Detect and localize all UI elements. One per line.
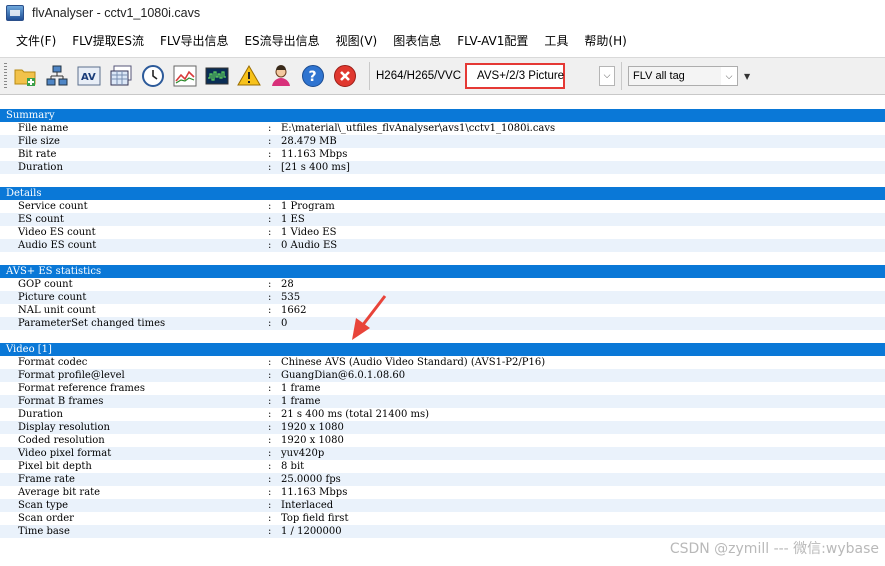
- table-row: Display resolution:1920 x 1080: [0, 421, 885, 434]
- table-row: Scan type: Interlaced: [0, 499, 885, 512]
- table-row: ParameterSet changed times:0: [0, 317, 885, 330]
- close-icon[interactable]: [331, 62, 359, 90]
- menu-es-export-info[interactable]: ES流导出信息: [236, 26, 327, 56]
- menu-tools[interactable]: 工具: [536, 26, 576, 56]
- toolbar-separator-2: [621, 62, 623, 90]
- menu-bar: 文件(F) FLV提取ES流 FLV导出信息 ES流导出信息 视图(V) 图表信…: [0, 26, 885, 56]
- table-row: Audio ES count:0 Audio ES: [0, 239, 885, 252]
- table-row: Duration:21 s 400 ms (total 21400 ms): [18, 409, 430, 420]
- menu-view[interactable]: 视图(V): [328, 26, 386, 56]
- table-row: Format codec: Chinese AVS (Audio Video St…: [18, 357, 546, 368]
- table-row: Video pixel format: yuv420p: [0, 447, 885, 460]
- clock-icon[interactable]: [139, 62, 167, 90]
- table-row: Video ES count:1 Video ES: [18, 227, 337, 238]
- table-row: GOP count:28: [18, 279, 294, 290]
- tag-combo[interactable]: FLV all tag ⌵: [628, 66, 739, 86]
- waveform-icon[interactable]: [203, 62, 231, 90]
- section-header: Summary: [0, 109, 885, 122]
- window-title: flvAnalyser - cctv1_1080i.cavs: [32, 6, 201, 20]
- tag-combo-value: FLV all tag: [633, 70, 685, 82]
- menu-flv-extract-es[interactable]: FLV提取ES流: [64, 26, 152, 56]
- codec-combo[interactable]: AVS+/2/3 Picture: [465, 63, 566, 89]
- watermark: CSDN @zymill --- 微信:wybase: [669, 541, 879, 557]
- table-row: Coded resolution:1920 x 1080: [18, 435, 344, 446]
- info-panel[interactable]: Summary File name: E:\material\_utfiles_f…: [0, 96, 885, 566]
- title-bar: flvAnalyser - cctv1_1080i.cavs: [0, 0, 885, 26]
- table-row: Format B frames:1 frame: [0, 395, 885, 408]
- line-chart-icon[interactable]: [171, 62, 199, 90]
- section-header: Details: [0, 187, 885, 200]
- table-row: Bit rate:11.163 Mbps: [18, 149, 348, 160]
- help-icon[interactable]: ?: [299, 62, 327, 90]
- menu-flv-export-info[interactable]: FLV导出信息: [152, 26, 236, 56]
- menu-help[interactable]: 帮助(H): [576, 26, 634, 56]
- table-row: Picture count:535: [0, 291, 885, 304]
- codec-combo-value: AVS+/2/3 Picture: [477, 70, 565, 82]
- svg-text:AV: AV: [81, 72, 96, 83]
- codec-label: H264/H265/VVC: [376, 70, 462, 82]
- table-row: NAL unit count:1662: [18, 305, 307, 316]
- menu-flv-av1-config[interactable]: FLV-AV1配置: [449, 26, 536, 56]
- table-row: Format reference frames:1 frame: [18, 383, 321, 394]
- grid-windows-icon[interactable]: [107, 62, 135, 90]
- toolbar-overflow-chevron-icon[interactable]: ▼: [744, 72, 750, 81]
- network-icon[interactable]: [43, 62, 71, 90]
- app-icon: [6, 5, 24, 21]
- codec-combo-dropdown-icon[interactable]: ⌵: [599, 66, 616, 86]
- table-row: File size:28.479 MB: [0, 135, 885, 148]
- section-header: Video [1]: [0, 343, 885, 356]
- user-icon[interactable]: [267, 62, 295, 90]
- menu-file[interactable]: 文件(F): [8, 26, 64, 56]
- av-icon[interactable]: AV: [75, 62, 103, 90]
- toolbar-separator: [369, 62, 370, 90]
- table-row: Time base:1 / 1200000: [0, 525, 885, 538]
- section-header: AVS+ ES statistics: [0, 265, 885, 278]
- warning-icon[interactable]: [235, 62, 263, 90]
- table-row: Duration: [21 s 400 ms]: [0, 161, 885, 174]
- toolbar: AV ? H264/H265/VVC AVS+/2/3 Picture ⌵ FL…: [0, 57, 885, 95]
- table-row: File name: E:\material\_utfiles_flvAnalys…: [18, 123, 556, 134]
- menu-chart-info[interactable]: 图表信息: [385, 26, 449, 56]
- svg-text:?: ?: [309, 69, 317, 85]
- table-row: Service count:1 Program: [18, 201, 335, 212]
- open-folder-icon[interactable]: [11, 62, 39, 90]
- table-row: Average bit rate:11.163 Mbps: [18, 487, 348, 498]
- table-row: Pixel bit depth:8 bit: [18, 461, 305, 472]
- toolbar-grip[interactable]: [4, 63, 7, 89]
- tag-combo-dropdown-icon[interactable]: ⌵: [721, 67, 738, 85]
- table-row: Scan order: Top field first: [18, 513, 349, 524]
- table-row: Frame rate:25.0000 fps: [0, 473, 885, 486]
- table-row: ES count:1 ES: [0, 213, 885, 226]
- table-row: Format profile@level: GuangDian@6.0.1.08.…: [0, 369, 885, 382]
